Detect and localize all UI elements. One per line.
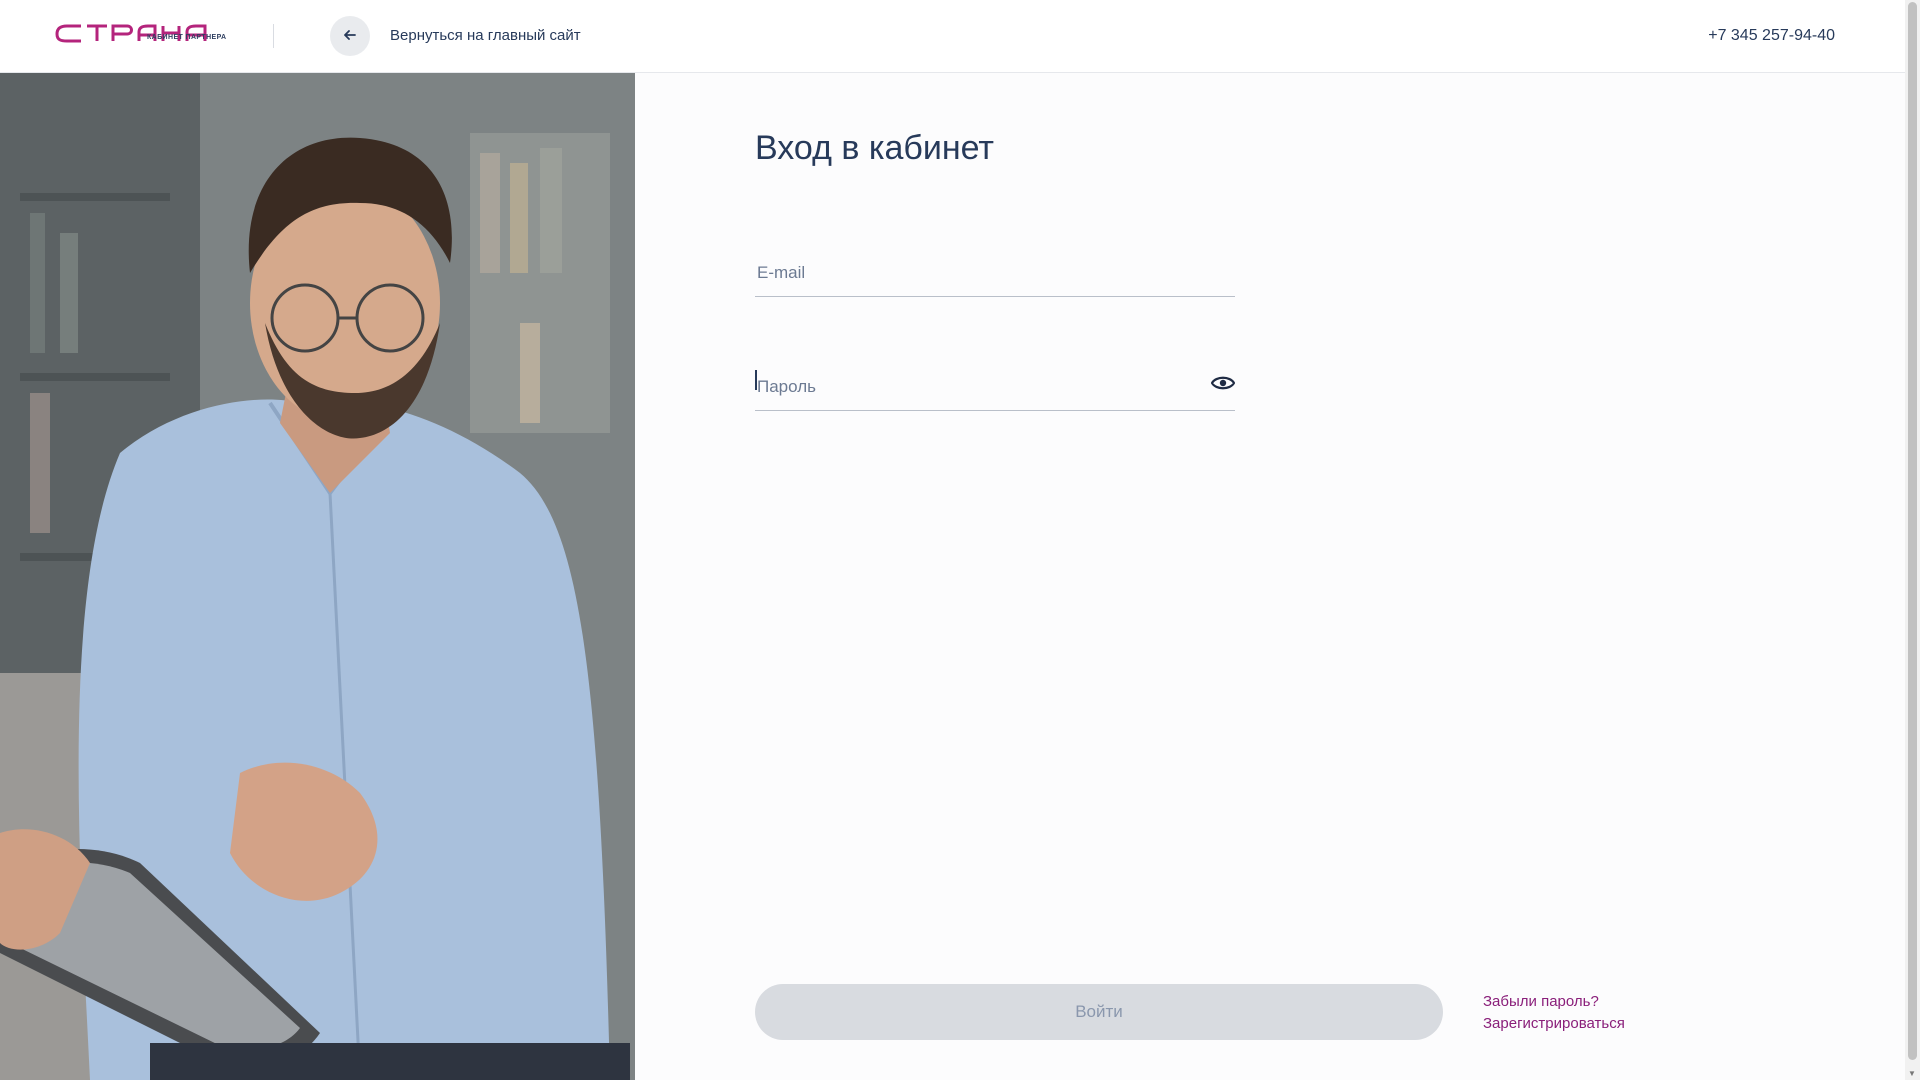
- login-button[interactable]: Войти: [755, 984, 1443, 1040]
- login-form: Вход в кабинет Войти Забыли пароль? Заре…: [755, 73, 1905, 1080]
- page-title: Вход в кабинет: [755, 129, 994, 167]
- back-to-main-site-link[interactable]: Вернуться на главный сайт: [390, 27, 581, 44]
- forgot-password-link[interactable]: Забыли пароль?: [1483, 993, 1599, 1010]
- scrollbar[interactable]: ▼: [1905, 0, 1920, 1080]
- register-link[interactable]: Зарегистрироваться: [1483, 1015, 1625, 1032]
- logo-caption: КАБИНЕТ ПАРТНЕРА: [147, 34, 227, 41]
- scroll-down-icon[interactable]: ▼: [1908, 1069, 1916, 1078]
- back-button[interactable]: [330, 16, 370, 56]
- eye-icon[interactable]: [1210, 374, 1236, 392]
- password-field[interactable]: [755, 350, 1236, 411]
- site-header: КАБИНЕТ ПАРТНЕРА Вернуться на главный са…: [0, 0, 1905, 73]
- scrollbar-thumb[interactable]: [1908, 2, 1917, 1060]
- email-input[interactable]: [755, 262, 1199, 284]
- hero-photo: [0, 73, 635, 1080]
- arrow-left-icon: [344, 27, 356, 45]
- header-divider: [273, 24, 274, 48]
- password-input[interactable]: [755, 376, 1199, 398]
- email-field[interactable]: [755, 236, 1235, 297]
- logo[interactable]: КАБИНЕТ ПАРТНЕРА: [55, 22, 227, 46]
- phone-number[interactable]: +7 345 257-94-40: [1708, 27, 1835, 45]
